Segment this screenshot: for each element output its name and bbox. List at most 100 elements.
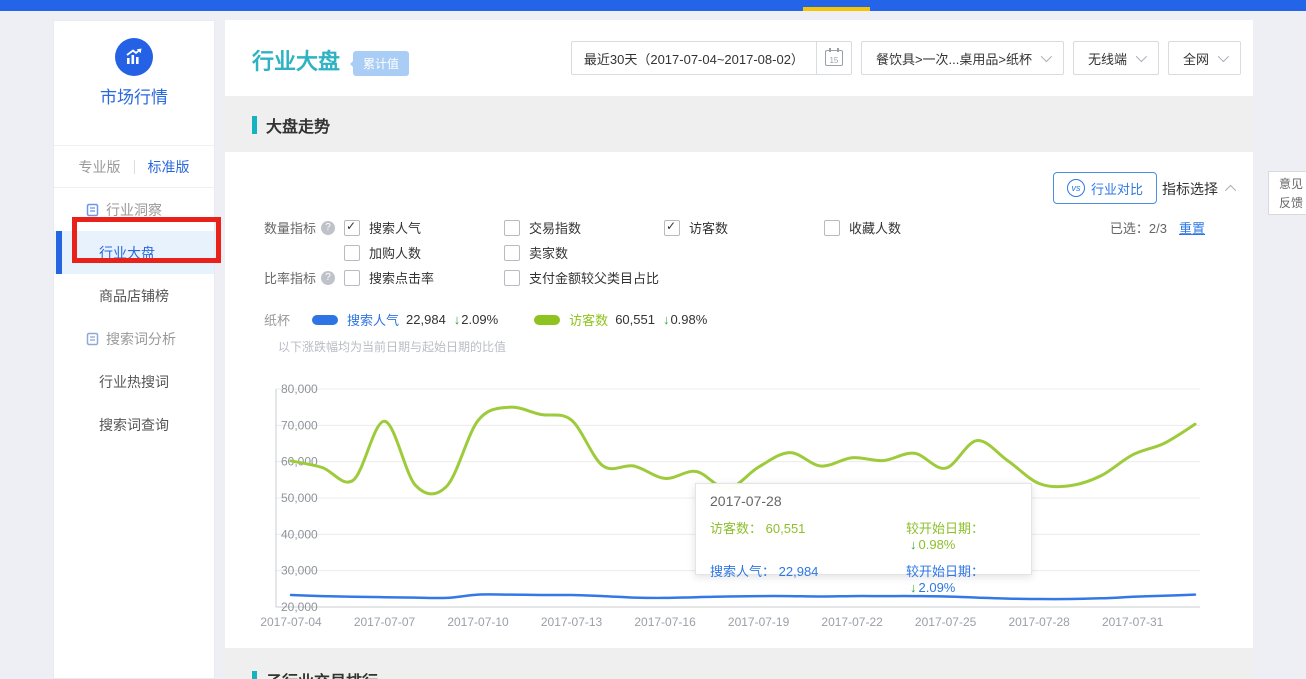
top-nav-bar	[0, 0, 1306, 11]
svg-text:2017-07-28: 2017-07-28	[1008, 615, 1070, 629]
tooltip-date: 2017-07-28	[710, 493, 1017, 509]
sidebar-menu: 行业洞察 行业大盘 商品店铺榜 搜索词分析 行业热搜词 搜索词查询	[54, 188, 214, 446]
category-selector[interactable]: 餐饮具>一次...桌用品>纸杯	[861, 41, 1064, 75]
checkbox-trade-index[interactable]: 交易指数	[504, 218, 664, 237]
svg-text:2017-07-13: 2017-07-13	[541, 615, 603, 629]
checkbox-icon[interactable]	[344, 270, 360, 286]
chart-legend: 纸杯 搜索人气 22,984 ↓ 2.09% 访客数 60,551 ↓ 0.98…	[264, 310, 743, 329]
svg-text:2017-07-10: 2017-07-10	[447, 615, 509, 629]
section-band: 大盘走势	[225, 96, 1253, 152]
checkbox-seller-count[interactable]: 卖家数	[504, 243, 664, 262]
terminal-value: 无线端	[1088, 49, 1127, 68]
svg-text:2017-07-04: 2017-07-04	[260, 615, 322, 629]
page-title: 行业大盘	[252, 44, 340, 76]
app-title: 市场行情	[54, 83, 214, 108]
legend-value: 22,984	[406, 312, 446, 327]
sidebar-header: 市场行情	[54, 38, 214, 146]
chart-note: 以下涨跌幅均为当前日期与起始日期的比值	[278, 338, 506, 355]
sidebar-item-label: 搜索词分析	[106, 329, 176, 349]
trend-card: vs 行业对比 指标选择 数量指标 ? 搜索人气 交易指数 访客数	[225, 152, 1253, 648]
chart-arrow-glyph	[123, 46, 145, 68]
tab-pro-version[interactable]: 专业版	[79, 157, 121, 177]
help-icon[interactable]: ?	[321, 271, 335, 285]
sidebar-item-search-word-analysis[interactable]: 搜索词分析	[54, 317, 214, 360]
legend-value: 60,551	[615, 312, 655, 327]
section-title: 大盘走势	[266, 113, 330, 137]
sidebar-item-label: 行业洞察	[106, 200, 162, 220]
sidebar-item-label: 商品店铺榜	[99, 286, 169, 306]
checkbox-search-click-rate[interactable]: 搜索点击率	[344, 268, 504, 287]
filter-controls: 最近30天（2017-07-04~2017-08-02） 15 餐饮具>一次..…	[571, 41, 1241, 75]
page-header: 行业大盘 累计值 最近30天（2017-07-04~2017-08-02） 15…	[225, 20, 1253, 96]
legend-name: 访客数	[569, 310, 608, 329]
checkbox-icon[interactable]	[504, 220, 520, 236]
sidebar-item-label: 行业热搜词	[99, 372, 169, 392]
svg-text:2017-07-22: 2017-07-22	[821, 615, 883, 629]
quantity-metrics-row-2: 加购人数 卖家数	[264, 243, 664, 262]
legend-category: 纸杯	[264, 310, 290, 329]
checkbox-icon[interactable]	[824, 220, 840, 236]
sidebar-item-search-word-query[interactable]: 搜索词查询	[54, 403, 214, 446]
tab-standard-version[interactable]: 标准版	[148, 157, 190, 177]
checkbox-visitor-count[interactable]: 访客数	[664, 218, 824, 237]
metric-select-toggle[interactable]: 指标选择	[1162, 179, 1236, 199]
legend-change: 2.09%	[461, 312, 498, 327]
down-arrow-icon: ↓	[454, 312, 461, 327]
legend-marker-search-popularity	[312, 315, 338, 325]
checkbox-favorite-count[interactable]: 收藏人数	[824, 218, 984, 237]
next-section-header: 子行业交易排行	[252, 668, 378, 679]
scope-value: 全网	[1183, 49, 1209, 68]
svg-text:2017-07-07: 2017-07-07	[354, 615, 416, 629]
svg-text:30,000: 30,000	[281, 564, 318, 578]
sidebar: 市场行情 专业版 标准版 行业洞察 行业大盘 商品店铺榜	[53, 20, 215, 679]
svg-text:70,000: 70,000	[281, 418, 318, 432]
terminal-selector[interactable]: 无线端	[1073, 41, 1159, 75]
scope-selector[interactable]: 全网	[1168, 41, 1241, 75]
date-range-selector[interactable]: 最近30天（2017-07-04~2017-08-02） 15	[571, 41, 852, 75]
industry-compare-button[interactable]: vs 行业对比	[1053, 172, 1157, 204]
chart-tooltip: 2017-07-28 访客数： 60,551 较开始日期：↓0.98% 搜索人气…	[695, 483, 1032, 575]
tooltip-row-visitor: 访客数： 60,551 较开始日期：↓0.98%	[710, 518, 1017, 552]
selected-count-info: 已选：2/3 重置	[1110, 218, 1205, 237]
ratio-metrics-row: 比率指标 ? 搜索点击率 支付金额较父类目占比	[264, 268, 664, 287]
ratio-metrics-label: 比率指标 ?	[264, 268, 344, 287]
feedback-tab[interactable]: 意见 反馈	[1268, 171, 1306, 215]
calendar-icon: 15	[825, 50, 843, 66]
active-tab-indicator	[803, 7, 870, 11]
checkbox-icon[interactable]	[504, 245, 520, 261]
down-arrow-icon: ↓	[910, 580, 917, 595]
sidebar-item-industry-dashboard[interactable]: 行业大盘	[54, 231, 214, 274]
ledger-icon	[86, 332, 99, 346]
cumulative-value-badge: 累计值	[353, 51, 409, 76]
checkbox-icon[interactable]	[664, 220, 680, 236]
app-root: 市场行情 专业版 标准版 行业洞察 行业大盘 商品店铺榜	[0, 0, 1306, 679]
tab-divider	[134, 160, 135, 174]
checkbox-search-popularity[interactable]: 搜索人气	[344, 218, 504, 237]
svg-text:2017-07-19: 2017-07-19	[728, 615, 790, 629]
svg-text:2017-07-31: 2017-07-31	[1102, 615, 1164, 629]
section-header: 大盘走势	[252, 113, 330, 137]
category-value: 餐饮具>一次...桌用品>纸杯	[876, 49, 1032, 68]
sidebar-item-product-shop-ranking[interactable]: 商品店铺榜	[54, 274, 214, 317]
checkbox-icon[interactable]	[344, 245, 360, 261]
checkbox-icon[interactable]	[344, 220, 360, 236]
checkbox-payment-parent-ratio[interactable]: 支付金额较父类目占比	[504, 268, 664, 287]
checkbox-icon[interactable]	[504, 270, 520, 286]
legend-change: 0.98%	[670, 312, 707, 327]
compare-button-label: 行业对比	[1091, 179, 1143, 198]
checkbox-cart-add-count[interactable]: 加购人数	[344, 243, 504, 262]
legend-name: 搜索人气	[347, 310, 399, 329]
next-section-title: 子行业交易排行	[266, 668, 378, 679]
sidebar-item-industry-insight[interactable]: 行业洞察	[54, 188, 214, 231]
quantity-metrics-row: 数量指标 ? 搜索人气 交易指数 访客数 收藏人数	[264, 218, 984, 237]
chevron-up-icon	[1225, 185, 1236, 196]
reset-link[interactable]: 重置	[1179, 218, 1205, 237]
calendar-button[interactable]: 15	[816, 42, 851, 74]
help-icon[interactable]: ?	[321, 221, 335, 235]
version-tabs: 专业版 标准版	[54, 146, 214, 188]
quantity-metrics-label: 数量指标 ?	[264, 218, 344, 237]
ledger-icon	[86, 203, 99, 217]
vs-icon: vs	[1067, 179, 1085, 197]
svg-text:50,000: 50,000	[281, 491, 318, 505]
sidebar-item-industry-hot-search[interactable]: 行业热搜词	[54, 360, 214, 403]
